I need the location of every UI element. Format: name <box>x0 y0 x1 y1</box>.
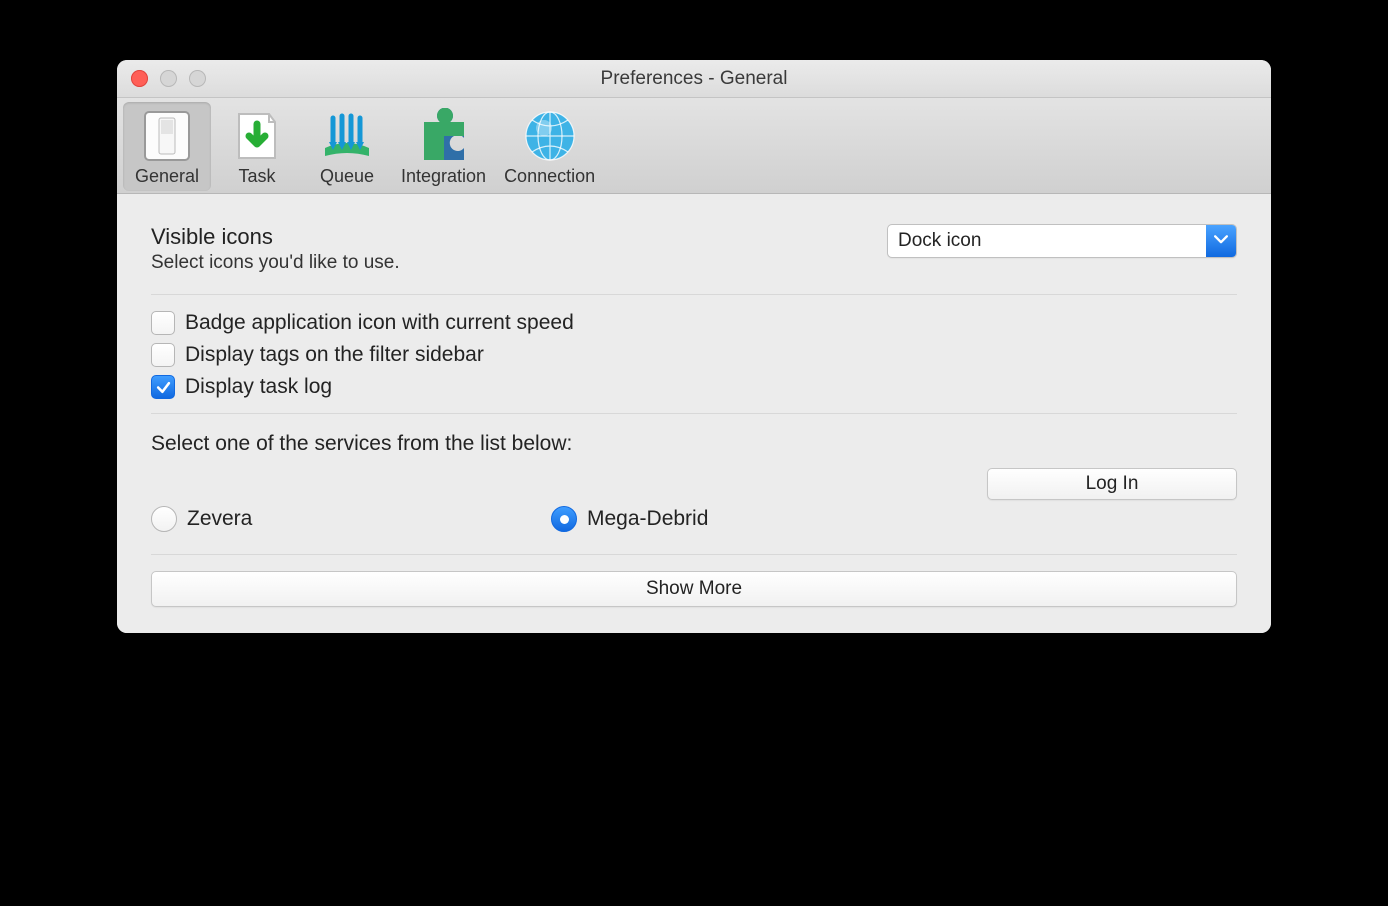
puzzle-icon <box>416 108 472 164</box>
button-label: Log In <box>1086 473 1139 495</box>
chevron-down-icon <box>1206 225 1236 257</box>
window-title: Preferences - General <box>117 68 1271 90</box>
download-arrow-icon <box>229 108 285 164</box>
tab-task[interactable]: Task <box>213 102 301 191</box>
services-prompt: Select one of the services from the list… <box>151 432 1237 456</box>
general-pane: Visible icons Select icons you'd like to… <box>117 194 1271 633</box>
checkbox-icon <box>151 343 175 367</box>
globe-icon <box>522 108 578 164</box>
preferences-toolbar: General Task <box>117 98 1271 194</box>
tab-label: Connection <box>504 166 595 187</box>
tab-general[interactable]: General <box>123 102 211 191</box>
visible-icons-select[interactable]: Dock icon <box>887 224 1237 258</box>
minimize-window-button[interactable] <box>160 70 177 87</box>
radio-zevera[interactable]: Zevera <box>151 506 551 532</box>
checkbox-checked-icon <box>151 375 175 399</box>
check-display-tags[interactable]: Display tags on the filter sidebar <box>151 343 1237 367</box>
tab-connection[interactable]: Connection <box>496 102 603 191</box>
visible-icons-subtitle: Select icons you'd like to use. <box>151 252 400 274</box>
check-label: Display tags on the filter sidebar <box>185 343 484 367</box>
check-label: Badge application icon with current spee… <box>185 311 574 335</box>
visible-icons-heading: Visible icons Select icons you'd like to… <box>151 224 400 274</box>
close-window-button[interactable] <box>131 70 148 87</box>
tab-label: Task <box>238 166 275 187</box>
tab-queue[interactable]: Queue <box>303 102 391 191</box>
tab-label: Integration <box>401 166 486 187</box>
services-radio-group: Zevera Mega-Debrid <box>151 506 1237 532</box>
separator <box>151 554 1237 555</box>
checkbox-icon <box>151 311 175 335</box>
show-more-button[interactable]: Show More <box>151 571 1237 607</box>
queue-icon <box>319 108 375 164</box>
button-label: Show More <box>646 578 742 600</box>
check-label: Display task log <box>185 375 332 399</box>
check-badge-speed[interactable]: Badge application icon with current spee… <box>151 311 1237 335</box>
switch-icon <box>139 108 195 164</box>
radio-label: Mega-Debrid <box>587 507 708 531</box>
login-button[interactable]: Log In <box>987 468 1237 500</box>
visible-icons-title: Visible icons <box>151 224 400 250</box>
radio-mega-debrid[interactable]: Mega-Debrid <box>551 506 951 532</box>
titlebar: Preferences - General <box>117 60 1271 98</box>
separator <box>151 294 1237 295</box>
tab-label: Queue <box>320 166 374 187</box>
window-controls <box>117 70 206 87</box>
tab-label: General <box>135 166 199 187</box>
radio-label: Zevera <box>187 507 252 531</box>
preferences-window: Preferences - General General T <box>117 60 1271 633</box>
radio-selected-icon <box>551 506 577 532</box>
select-value: Dock icon <box>888 230 1206 252</box>
zoom-window-button[interactable] <box>189 70 206 87</box>
separator <box>151 413 1237 414</box>
check-display-task-log[interactable]: Display task log <box>151 375 1237 399</box>
radio-icon <box>151 506 177 532</box>
tab-integration[interactable]: Integration <box>393 102 494 191</box>
